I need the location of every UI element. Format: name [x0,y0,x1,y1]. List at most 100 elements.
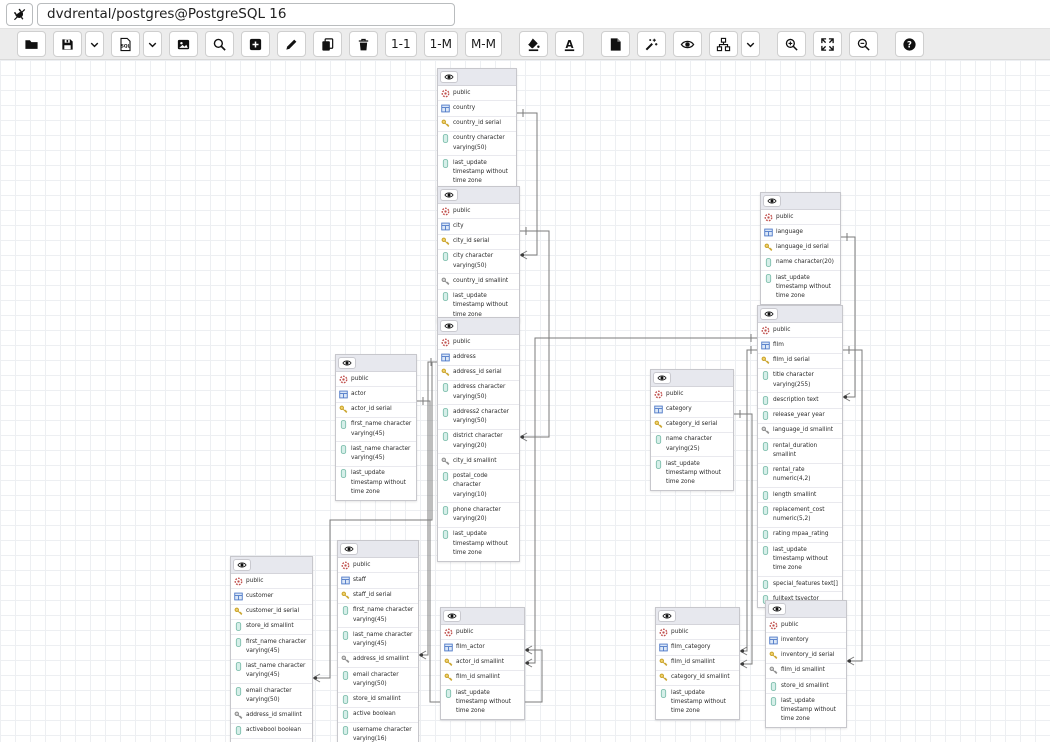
erd-table-address[interactable]: publicaddressaddress_id serialaddress ch… [437,317,520,562]
column-row: city character varying(50) [438,250,519,275]
many-to-many-relation-button[interactable]: M-M [465,31,502,57]
column-icon [339,445,348,454]
zoom-in-button[interactable] [777,31,806,57]
dependencies-options-button[interactable] [741,31,760,57]
save-options-button[interactable] [85,31,104,57]
sql-file-icon: SQL [118,37,133,52]
erd-table-country[interactable]: publiccountrycountry_id serialcountry ch… [437,68,517,190]
erd-table-city[interactable]: publiccitycity_id serialcity character v… [437,186,520,323]
table-details-eye-icon[interactable] [653,372,671,384]
column-icon [761,530,770,539]
erd-table-film[interactable]: publicfilmfilm_id serialtitle character … [757,305,843,608]
fill-color-button[interactable] [519,31,548,57]
table-details-eye-icon[interactable] [233,559,251,571]
erd-table-film_category[interactable]: publicfilm_categoryfilm_id smallintcateg… [655,607,740,720]
sql-options-button[interactable] [143,31,162,57]
save-project-button[interactable] [53,31,82,57]
edit-table-button[interactable] [277,31,306,57]
primary-key-icon [234,607,243,616]
column-icon [234,687,243,696]
download-image-button[interactable] [169,31,198,57]
table-details-eye-icon[interactable] [760,308,778,320]
erd-table-film_actor[interactable]: publicfilm_actoractor_id smallintfilm_id… [440,607,525,720]
table-name-row: film [758,338,842,353]
column-icon [339,420,348,429]
add-note-button[interactable] [601,31,630,57]
erd-table-header[interactable] [336,355,416,372]
column-row: phone character varying(20) [438,503,519,528]
table-details-eye-icon[interactable] [768,603,786,615]
column-row: release_year year [758,409,842,424]
column-row: address_id serial [438,366,519,381]
row-text: actor_id smallint [456,658,504,667]
auto-align-button[interactable] [637,31,666,57]
erd-table-staff[interactable]: publicstaffstaff_id serialfirst_name cha… [337,540,419,742]
row-text: public [671,628,688,637]
help-button[interactable]: ? [895,31,924,57]
connection-title[interactable]: dvdrental/postgres@PostgreSQL 16 [37,3,455,26]
erd-table-header[interactable] [656,608,739,625]
erd-table-language[interactable]: publiclanguagelanguage_id serialname cha… [760,192,841,305]
drop-table-button[interactable] [349,31,378,57]
erd-table-header[interactable] [761,193,840,210]
table-details-eye-icon[interactable] [338,357,356,369]
erd-table-header[interactable] [338,541,418,558]
erd-table-header[interactable] [758,306,842,323]
table-details-eye-icon[interactable] [763,195,781,207]
chevron-down-icon [743,37,758,52]
erd-table-customer[interactable]: publiccustomercustomer_id serialstore_id… [230,556,313,742]
column-icon [654,460,663,469]
column-icon [764,258,773,267]
row-text: store_id smallint [353,695,401,704]
row-text: last_update timestamp without time zone [666,460,730,488]
generate-sql-button[interactable]: SQL [111,31,140,57]
show-dependencies-button[interactable] [709,31,738,57]
clone-table-button[interactable] [313,31,342,57]
schema-row: public [766,618,846,633]
zoom-out-button[interactable] [849,31,878,57]
table-details-eye-icon[interactable] [440,71,458,83]
erd-canvas[interactable]: publiccountrycountry_id serialcountry ch… [0,60,1050,742]
row-text: city_id smallint [453,457,497,466]
row-text: last_update timestamp without time zone [456,689,521,717]
primary-key-icon [441,119,450,128]
zoom-to-fit-button[interactable] [813,31,842,57]
open-project-button[interactable] [17,31,46,57]
one-to-one-relation-button[interactable]: 1-1 [385,31,417,57]
erd-table-header[interactable] [651,370,733,387]
table-details-eye-icon[interactable] [443,610,461,622]
erd-table-header[interactable] [438,187,519,204]
add-table-button[interactable] [241,31,270,57]
column-row: city_id serial [438,235,519,250]
erd-toolbar: SQL 1-1 1-M M-M A? [0,28,1050,60]
primary-key-icon [761,356,770,365]
erd-table-actor[interactable]: publicactoractor_id serialfirst_name cha… [335,354,417,501]
erd-table-header[interactable] [438,69,516,86]
column-row: language_id serial [761,241,840,256]
zoom-in-icon [784,37,799,52]
search-button[interactable] [205,31,234,57]
row-text: postal_code character varying(10) [453,472,516,500]
table-details-eye-icon[interactable] [440,189,458,201]
show-details-button[interactable] [673,31,702,57]
erd-table-header[interactable] [438,318,519,335]
table-icon [339,390,348,399]
erd-table-category[interactable]: publiccategorycategory_id serialname cha… [650,369,734,491]
schema-row: public [761,210,840,225]
column-row: store_id smallint [766,679,846,694]
relationship-lines-layer [0,60,1050,742]
table-details-eye-icon[interactable] [658,610,676,622]
connection-status-icon[interactable] [6,3,33,26]
table-icon [441,104,450,113]
erd-table-header[interactable] [231,557,312,574]
row-text: last_name character varying(45) [353,631,415,650]
erd-table-header[interactable] [766,601,846,618]
table-details-eye-icon[interactable] [340,543,358,555]
erd-table-header[interactable] [441,608,524,625]
one-to-many-relation-button[interactable]: 1-M [424,31,458,57]
text-color-button[interactable]: A [555,31,584,57]
column-row: address_id smallint [338,653,418,668]
table-details-eye-icon[interactable] [440,320,458,332]
erd-table-inventory[interactable]: publicinventoryinventory_id serialfilm_i… [765,600,847,728]
column-icon [441,432,450,441]
